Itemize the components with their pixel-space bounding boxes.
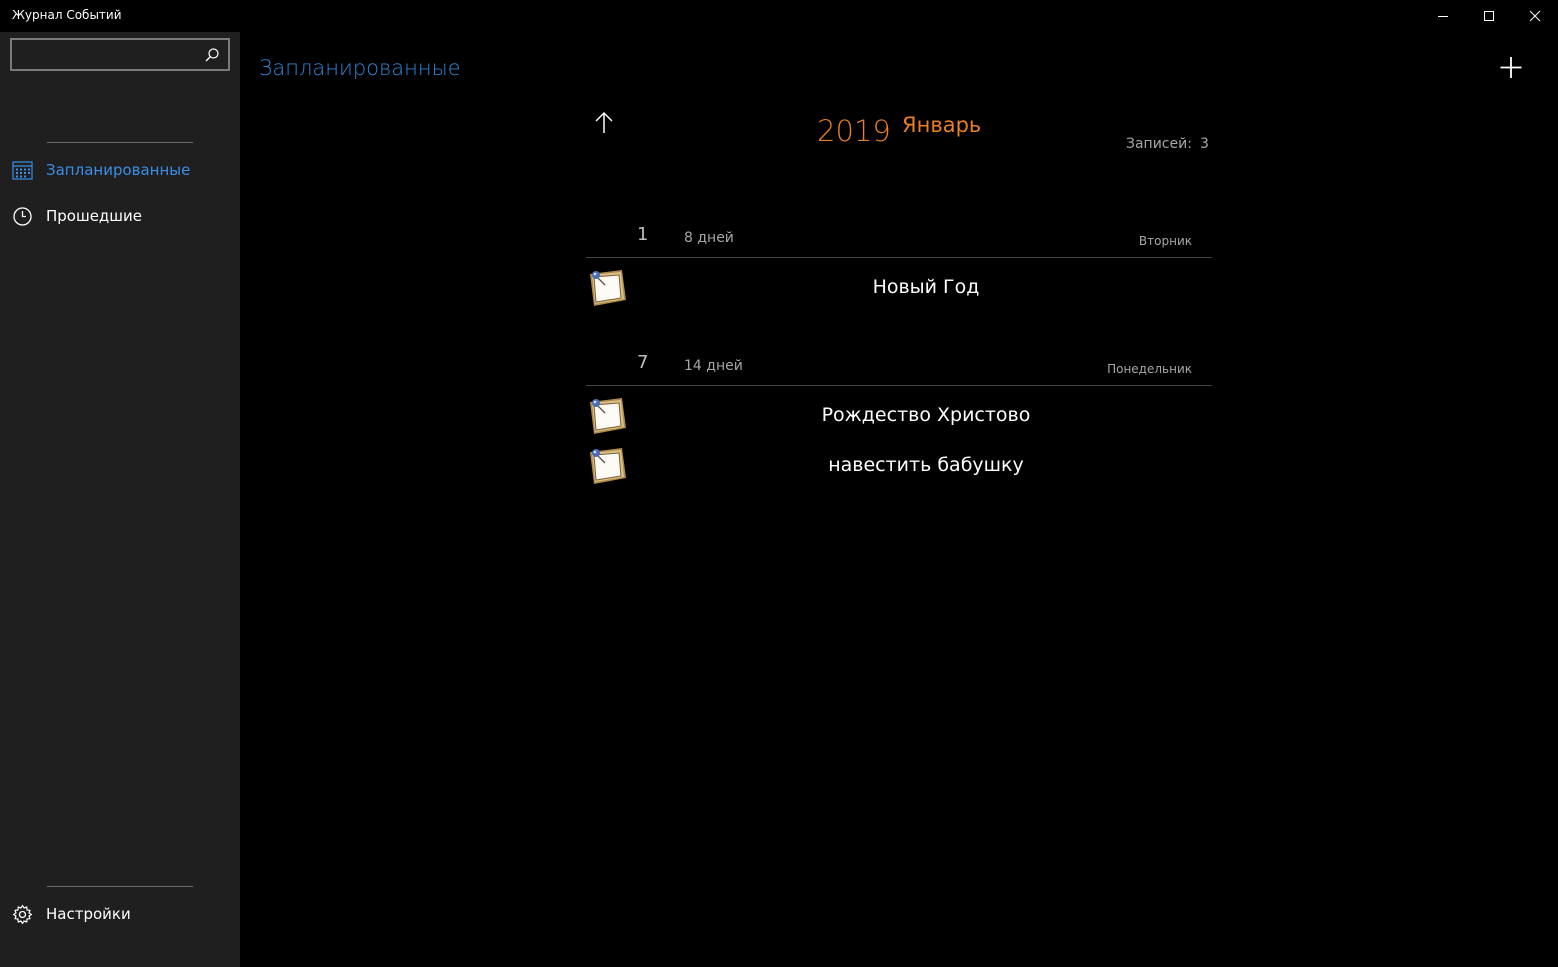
sidebar-item-past[interactable]: Прошедшие <box>0 196 240 236</box>
close-icon <box>1529 10 1541 22</box>
minimize-button[interactable] <box>1420 0 1466 32</box>
title-bar: Журнал Событий <box>0 0 1558 32</box>
event-title: Новый Год <box>872 276 980 298</box>
day-number: 1 <box>637 224 649 245</box>
records-counter: Записей: 3 <box>1126 136 1209 152</box>
page-title: Запланированные <box>259 56 461 80</box>
clock-icon <box>13 207 32 226</box>
nav-divider-top <box>47 142 193 143</box>
sidebar-item-label: Запланированные <box>46 161 191 179</box>
event-item[interactable]: Рождество Христово <box>586 394 1212 438</box>
arrow-up-icon <box>595 111 613 133</box>
day-number: 7 <box>637 352 649 373</box>
days-remaining: 14 дней <box>684 358 743 374</box>
month-label: Январь <box>902 113 982 137</box>
nav-divider-bottom <box>47 886 193 887</box>
search-input[interactable] <box>12 40 192 69</box>
days-remaining: 8 дней <box>684 230 734 246</box>
event-item[interactable]: навестить бабушку <box>586 444 1212 488</box>
sidebar-item-planned[interactable]: Запланированные <box>0 150 240 190</box>
sidebar-item-settings[interactable]: Настройки <box>0 894 240 934</box>
search-icon[interactable] <box>204 47 220 63</box>
minimize-icon <box>1438 16 1448 17</box>
sidebar-item-label: Настройки <box>46 905 131 923</box>
add-event-button[interactable] <box>1496 52 1526 82</box>
plus-icon <box>1500 57 1522 78</box>
event-item[interactable]: Новый Год <box>586 266 1212 310</box>
sidebar-item-label: Прошедшие <box>46 207 143 225</box>
navigation-pane: Запланированные Прошедшие Настройки <box>0 32 240 967</box>
weekday-label: Вторник <box>1138 234 1192 248</box>
window-title: Журнал Событий <box>12 8 122 22</box>
maximize-icon <box>1484 11 1494 21</box>
gear-icon <box>12 904 33 925</box>
close-button[interactable] <box>1512 0 1558 32</box>
event-title: Рождество Христово <box>821 404 1031 426</box>
main-content: Запланированные 2019 Январь Записей: 3 1 … <box>240 32 1558 967</box>
date-group-header: 1 8 дней Вторник <box>586 224 1212 258</box>
year-label: 2019 <box>817 114 891 148</box>
maximize-button[interactable] <box>1466 0 1512 32</box>
date-group-header: 7 14 дней Понедельник <box>586 352 1212 386</box>
weekday-label: Понедельник <box>1107 362 1192 376</box>
records-label: Записей: <box>1126 136 1192 152</box>
app-window: Журнал Событий Запланированные Прошедшие… <box>0 0 1558 967</box>
scroll-up-button[interactable] <box>592 110 616 136</box>
calendar-icon <box>12 161 33 180</box>
records-count: 3 <box>1199 136 1209 152</box>
event-title: навестить бабушку <box>828 454 1024 476</box>
search-box[interactable] <box>10 38 230 71</box>
